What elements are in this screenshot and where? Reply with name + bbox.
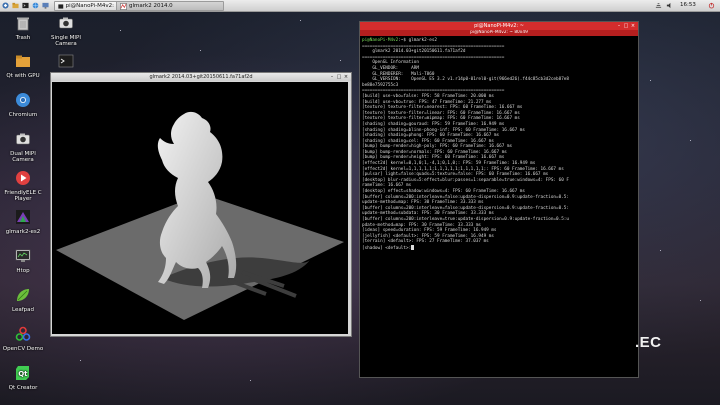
close-button[interactable]: × <box>343 74 349 80</box>
terminal-icon <box>22 2 29 8</box>
desktop-icon-label: Qt with GPU <box>6 72 40 79</box>
minimize-button[interactable]: – <box>329 74 335 80</box>
browser-launcher[interactable] <box>32 1 39 9</box>
terminal-icon <box>58 3 64 9</box>
show-desktop-button[interactable] <box>42 1 49 9</box>
window-titlebar[interactable]: pi@NanoPi-M4v2: ~ – □ × <box>360 22 638 30</box>
monitor-icon <box>15 249 31 262</box>
task-glmark[interactable]: glmark2 2014.0 <box>116 1 224 11</box>
svg-text:Qt: Qt <box>18 370 28 378</box>
star <box>250 380 251 381</box>
desktop-icon-qt-creator[interactable]: Qt Qt Creator <box>1 365 45 391</box>
desktop-icon-single-mipi-camera[interactable]: Single MIPI Camera <box>44 15 88 48</box>
desktop-icon-leafpad[interactable]: Leafpad <box>1 287 45 313</box>
close-button[interactable]: × <box>630 23 636 29</box>
terminal-launcher[interactable] <box>22 1 29 9</box>
qt-icon: Qt <box>16 366 29 380</box>
menu-icon <box>2 1 9 9</box>
star <box>300 20 301 21</box>
desktop-icon <box>42 2 49 9</box>
network-icon <box>655 2 662 8</box>
terminal-window[interactable]: pi@NanoPi-M4v2: ~ – □ × pi@NanoPi-M4v2: … <box>359 21 639 378</box>
desktop-icon-qt-with-gpu[interactable]: Qt with GPU <box>1 53 45 79</box>
maximize-button[interactable]: □ <box>623 23 629 29</box>
terminal-icon <box>58 54 74 68</box>
camera-icon <box>59 17 73 29</box>
task-terminal[interactable]: pi@NanoPi-M4v2: <box>54 1 118 11</box>
power-icon <box>708 2 715 8</box>
folder-icon <box>16 55 30 67</box>
desktop-icon-label: Chromium <box>8 111 38 118</box>
star <box>690 140 691 141</box>
desktop-icon-glmark2-es2[interactable]: glmark2-es2 <box>1 209 45 235</box>
volume-icon <box>666 2 671 8</box>
terminal-line: [shadow] <default>: <box>362 244 636 252</box>
desktop-icon-label: Qt Creator <box>8 384 38 391</box>
star <box>650 80 651 81</box>
desktop-icon-label: Htop <box>16 267 30 274</box>
leafpad-icon <box>17 289 29 301</box>
task-label: glmark2 2014.0 <box>129 3 173 9</box>
maximize-button[interactable]: □ <box>336 74 342 80</box>
globe-icon <box>32 2 39 8</box>
star <box>660 250 661 251</box>
desktop-icon-label: glmark2-es2 <box>5 228 41 235</box>
prompt-command: :~$ glmark2-es2 <box>398 38 438 43</box>
desktop-icon-opencv-demo[interactable]: OpenCV Demo <box>1 326 45 352</box>
window-titlebar[interactable]: glmark2 2014.03+git20150611.fa71af2d – □… <box>51 73 351 81</box>
glmark-window[interactable]: glmark2 2014.03+git20150611.fa71af2d – □… <box>50 72 352 337</box>
chromium-icon <box>16 93 30 107</box>
glmark-icon <box>16 210 30 224</box>
desktop-icon-chromium[interactable]: Chromium <box>1 92 45 118</box>
power-button[interactable] <box>708 1 715 9</box>
star <box>700 300 701 301</box>
app-menu-button[interactable] <box>2 1 9 9</box>
file-manager-launcher[interactable] <box>12 1 19 9</box>
desktop-icon-terminal[interactable] <box>44 53 88 73</box>
prompt-user: pi@NanoPi-M4v2 <box>362 38 399 43</box>
window-title: pi@NanoPi-M4v2: ~ <box>474 23 524 29</box>
desktop-icon-friendlyelec-player[interactable]: FriendlyELE C Player <box>1 170 45 203</box>
terminal-output[interactable]: pi@NanoPi-M4v2:~$ glmark2-es2 ==========… <box>360 36 638 375</box>
desktop-icon-trash[interactable]: Trash <box>1 15 45 41</box>
trash-icon <box>17 17 29 31</box>
desktop-icon-label: Leafpad <box>11 306 34 313</box>
desktop-icon-label: FriendlyELE C Player <box>4 189 42 203</box>
desktop-icon-label: Dual MIPI Camera <box>10 150 36 164</box>
desktop-icon-label: Single MIPI Camera <box>51 34 81 48</box>
network-indicator[interactable] <box>655 1 662 9</box>
render-viewport[interactable] <box>52 82 348 334</box>
top-panel: pi@NanoPi-M4v2: glmark2 2014.0 16:53 <box>0 0 720 12</box>
window-title: glmark2 2014.03+git20150611.fa71af2d <box>149 74 253 80</box>
star <box>80 360 81 361</box>
desktop-icon-dual-mipi-camera[interactable]: Dual MIPI Camera <box>1 131 45 164</box>
clock[interactable]: 16:53 <box>680 1 696 9</box>
star <box>200 50 201 51</box>
opencv-icon <box>15 326 31 341</box>
desktop-icon-htop[interactable]: Htop <box>1 248 45 274</box>
desktop-icon-label: Trash <box>15 34 31 41</box>
star <box>120 30 121 31</box>
glmark-icon <box>120 2 127 10</box>
watermark-text: .EC <box>635 334 662 351</box>
player-icon <box>16 171 30 185</box>
text-cursor <box>411 244 415 250</box>
terminal-subtitle: pi@NanoPi-M4v2: ~ 80x49 <box>470 30 528 35</box>
task-label: pi@NanoPi-M4v2: <box>65 3 114 9</box>
star <box>340 60 341 61</box>
horse-scene <box>56 111 344 320</box>
volume-indicator[interactable] <box>666 1 673 9</box>
desktop-icon-label: OpenCV Demo <box>2 345 44 352</box>
camera-icon <box>16 133 30 145</box>
clock-text: 16:53 <box>680 2 696 8</box>
folder-icon <box>12 2 19 8</box>
minimize-button[interactable]: – <box>616 23 622 29</box>
